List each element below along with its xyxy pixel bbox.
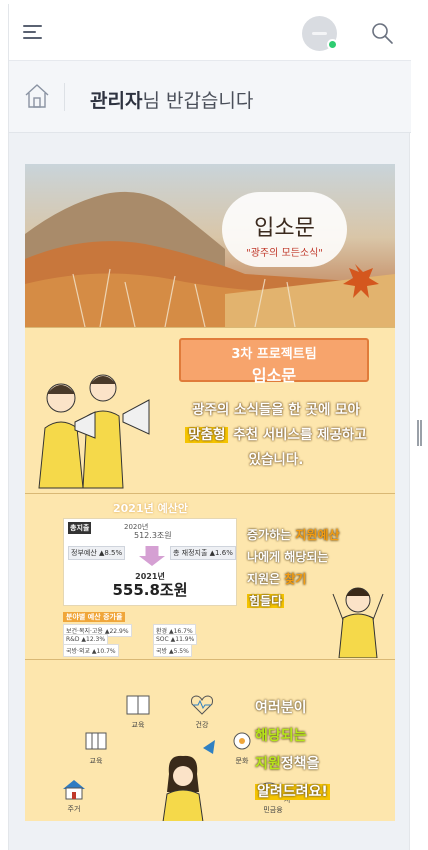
welcome-suffix: 님 반갑습니다 bbox=[142, 90, 254, 112]
intro-line-1: 광주의 소식들을 한 곳에 모아 bbox=[192, 402, 360, 418]
culture-icon bbox=[233, 732, 251, 750]
intro-text: 광주의 소식들을 한 곳에 모아 맞춤형 추천 서비스를 제공하고 있습니다. bbox=[161, 398, 391, 473]
hamburger-menu-icon[interactable] bbox=[23, 23, 45, 41]
user-avatar-icon[interactable] bbox=[302, 16, 338, 51]
budget-chip-right: 총 재정지출 ▲1.6% bbox=[170, 546, 236, 560]
category-icon-education: 교육 bbox=[121, 694, 155, 730]
book-icon bbox=[126, 695, 150, 715]
books-icon bbox=[85, 732, 107, 750]
budget-text-line-1: 증가하는 지원예산 bbox=[247, 528, 340, 542]
budget-value: 555.8조원 bbox=[112, 581, 188, 599]
budget-chip-left: 정부예산 ▲8.5% bbox=[68, 546, 126, 560]
top-navbar bbox=[9, 4, 411, 61]
breadcrumb-bar: 관리자님 반갑습니다 bbox=[9, 61, 411, 133]
category-item: 국방 ▲5.5% bbox=[153, 644, 192, 657]
breadcrumb-divider bbox=[64, 83, 65, 111]
budget-card: 총지출 2020년 512.3조원 정부예산 ▲8.5% 총 재정지출 ▲1.6… bbox=[63, 518, 237, 606]
online-status-dot bbox=[327, 39, 338, 50]
intro-line-2-rest: 추천 서비스를 제공하고 bbox=[233, 427, 367, 443]
team-title-box: 3차 프로젝트팀 입소문 bbox=[179, 338, 369, 385]
intro-line-3: 있습니다. bbox=[248, 452, 304, 468]
intro-line-2: 맞춤형 추천 서비스를 제공하고 bbox=[161, 423, 391, 448]
notice-line-4: 알려드려요! bbox=[255, 784, 330, 800]
promo-banner: 입소문 "광주의 모든소식" 3차 프로젝트팀 입소문 광주의 소식들을 한 곳… bbox=[25, 164, 395, 821]
banner-intro: 3차 프로젝트팀 입소문 광주의 소식들을 한 곳에 모아 맞춤형 추천 서비스… bbox=[25, 327, 395, 493]
house-icon bbox=[63, 780, 85, 800]
brand-subtitle: "광주의 모든소식" bbox=[246, 248, 323, 259]
banner-budget: 2021년 예산안 총지출 2020년 512.3조원 정부예산 ▲8.5% 총… bbox=[25, 493, 395, 659]
budget-chip-left-label: 정부예산 bbox=[71, 549, 97, 557]
notice-text: 여러분이 해당되는 지원정책을 알려드려요! bbox=[255, 694, 390, 806]
notice-line-3: 지원정책을 bbox=[255, 756, 320, 772]
brand-title: 입소문 bbox=[254, 216, 315, 241]
category-table-header: 분야별 예산 증가율 bbox=[63, 612, 126, 622]
brand-stamp: 입소문 "광주의 모든소식" bbox=[222, 192, 347, 267]
home-icon[interactable] bbox=[23, 82, 51, 110]
scrollbar-handle[interactable] bbox=[417, 420, 422, 446]
budget-chip-right-value: 1.6 bbox=[215, 549, 227, 557]
people-megaphone-illustration bbox=[38, 374, 150, 489]
notice-line-1: 여러분이 bbox=[255, 700, 307, 716]
category-table: 분야별 예산 증가율 보건·복지·고용 ▲22.9% R&D ▲12.3% 국방… bbox=[63, 612, 237, 657]
category-icon-health: 건강 bbox=[185, 694, 219, 730]
worried-woman-illustration bbox=[162, 740, 215, 821]
team-name: 입소문 bbox=[251, 366, 297, 385]
budget-text-line-2: 나에게 해당되는 bbox=[247, 550, 329, 564]
confused-person-illustration bbox=[332, 587, 384, 658]
search-icon[interactable] bbox=[370, 21, 394, 45]
notice-line-2: 해당되는 bbox=[255, 728, 307, 744]
budget-year-heading: 2021년 예산안 bbox=[113, 502, 188, 515]
category-item: 국방·외교 ▲10.7% bbox=[63, 644, 119, 657]
budget-total-label: 총지출 bbox=[68, 522, 92, 534]
down-arrow-icon bbox=[139, 546, 165, 566]
budget-chip-right-label: 총 재정지출 bbox=[173, 549, 208, 557]
budget-chip-left-value: 8.5 bbox=[104, 549, 116, 557]
budget-prev-value: 512.3조원 bbox=[134, 531, 172, 540]
team-line: 3차 프로젝트팀 bbox=[231, 347, 317, 362]
category-icon-culture: 문화 bbox=[225, 730, 259, 766]
category-icon-housing: 주거 bbox=[57, 778, 91, 814]
user-name: 관리자 bbox=[90, 90, 143, 112]
banner-notice: 교육 건강 교육 문화 주거 서민금융 여러분이 해당되는 지원정책을 알려드려… bbox=[25, 659, 395, 821]
heartbeat-icon bbox=[191, 695, 213, 715]
app-frame: 관리자님 반갑습니다 입소문 "광주의 모든소식" 3차 프로젝트팀 입소문 광… bbox=[8, 4, 411, 850]
banner-hero: 입소문 "광주의 모든소식" bbox=[25, 164, 395, 327]
intro-highlight: 맞춤형 bbox=[185, 427, 229, 443]
category-icon-books: 교육 bbox=[79, 730, 113, 766]
welcome-message: 관리자님 반갑습니다 bbox=[90, 86, 253, 113]
